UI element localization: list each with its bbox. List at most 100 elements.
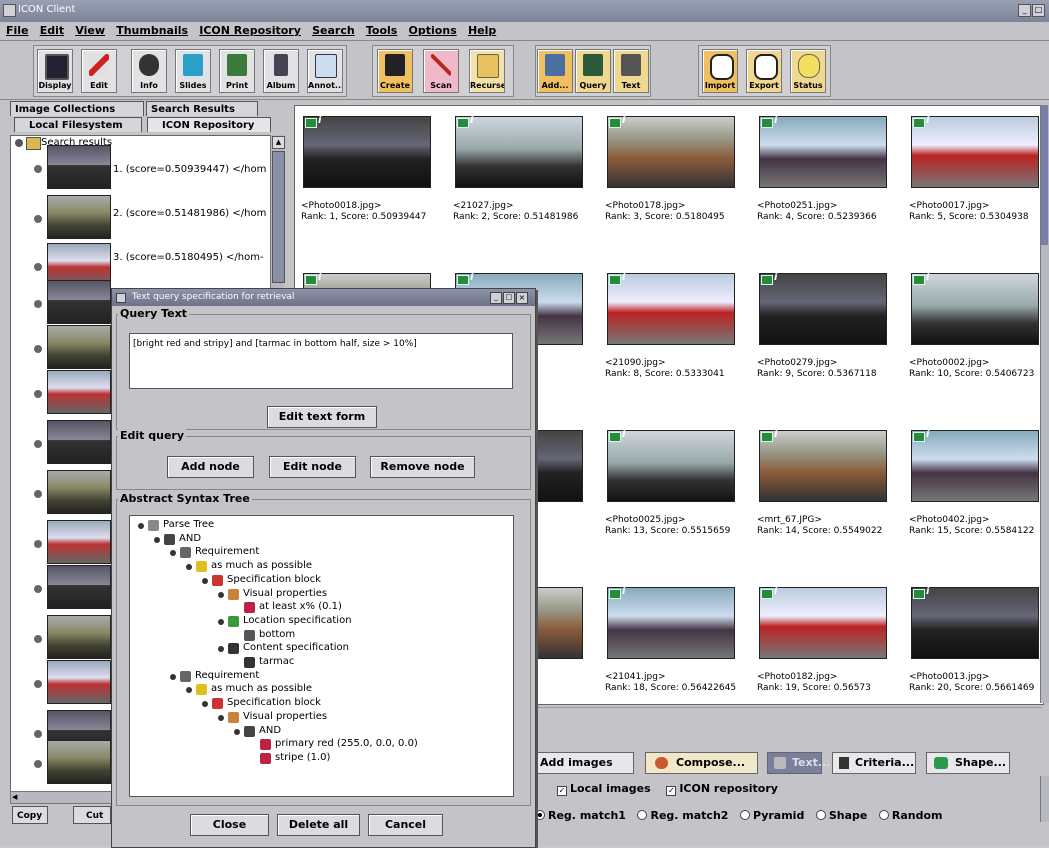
dialog-menu-icon[interactable]	[116, 293, 126, 303]
result-thumbnail[interactable]	[47, 520, 111, 564]
delete-all-button[interactable]: Delete all	[277, 814, 360, 836]
dialog-minimize-button[interactable]: _	[490, 292, 502, 304]
info-icon[interactable]: i	[622, 429, 625, 440]
ast-node-label[interactable]: tarmac	[259, 656, 294, 667]
scan-button[interactable]: Scan	[423, 49, 459, 93]
ast-node-label[interactable]: Location specification	[243, 615, 352, 626]
tree-node-toggle[interactable]	[34, 730, 42, 738]
scroll-up-icon[interactable]: ▲	[272, 136, 285, 149]
info-icon[interactable]: i	[318, 115, 321, 126]
shape-radio[interactable]	[815, 810, 826, 820]
thumbnail-image[interactable]	[759, 430, 887, 502]
tree-node-toggle[interactable]	[34, 215, 42, 223]
menu-icon-repository[interactable]: ICON Repository	[199, 22, 301, 40]
info-icon[interactable]: i	[926, 115, 929, 126]
slides-button[interactable]: Slides	[175, 49, 211, 93]
query-button[interactable]: Query	[575, 49, 611, 93]
thumbnail-cell[interactable]: i <Photo0017.jpg> Rank: 5, Score: 0.530493…	[903, 106, 1043, 256]
random-radio[interactable]	[878, 810, 889, 820]
tree-node-toggle[interactable]	[34, 390, 42, 398]
thumbnail-image[interactable]	[759, 273, 887, 345]
thumbnail-image[interactable]	[607, 430, 735, 502]
cancel-button[interactable]: Cancel	[368, 814, 443, 836]
display-button[interactable]: Display	[37, 49, 73, 93]
thumbnail-image[interactable]	[911, 587, 1039, 659]
info-icon[interactable]: i	[318, 272, 321, 283]
tab-image-collections[interactable]: Image Collections	[10, 101, 144, 116]
tab-local-filesystem[interactable]: Local Filesystem	[14, 117, 142, 132]
import-button[interactable]: Import	[702, 49, 738, 93]
ast-node-toggle[interactable]	[218, 618, 224, 625]
lower-scrollbar[interactable]	[1040, 776, 1049, 822]
thumbnail-cell[interactable]: i <21027.jpg> Rank: 2, Score: 0.51481986	[447, 106, 595, 256]
recurse-button[interactable]: Recurse	[469, 49, 505, 93]
ast-node-toggle[interactable]	[154, 536, 160, 543]
tree-node-toggle[interactable]	[34, 440, 42, 448]
info-icon[interactable]: i	[622, 272, 625, 283]
edit-button[interactable]: Edit	[81, 49, 117, 93]
ast-node-label[interactable]: Requirement	[195, 546, 259, 557]
cut-button[interactable]: Cut	[73, 806, 111, 824]
tree-node-toggle[interactable]	[34, 680, 42, 688]
tree-node-toggle[interactable]	[34, 300, 42, 308]
thumbnail-cell[interactable]: i <Photo0018.jpg> Rank: 1, Score: 0.509394…	[295, 106, 443, 256]
create-button[interactable]: Create	[377, 49, 413, 93]
result-label[interactable]: 1. (score=0.50939447) </hom	[113, 164, 267, 175]
scroll-thumb[interactable]	[272, 151, 285, 283]
thumbnail-cell[interactable]: i <Photo0251.jpg> Rank: 4, Score: 0.523936…	[751, 106, 899, 256]
result-label[interactable]: 2. (score=0.51481986) </hom	[113, 208, 267, 219]
local-images-checkbox[interactable]: ✓	[557, 786, 567, 796]
icon-repository-checkbox[interactable]: ✓	[666, 786, 677, 796]
result-label[interactable]: 3. (score=0.5180495) </hom-	[113, 252, 264, 263]
thumbnail-cell[interactable]: i <Photo0178.jpg> Rank: 3, Score: 0.518049…	[599, 106, 747, 256]
info-icon[interactable]: i	[622, 586, 625, 597]
ast-node-toggle[interactable]	[186, 564, 192, 571]
copy-button[interactable]: Copy	[12, 806, 48, 824]
ast-node-label[interactable]: Visual properties	[243, 711, 327, 722]
info-icon[interactable]: i	[926, 272, 929, 283]
ast-node-label[interactable]: primary red (255.0, 0.0, 0.0)	[275, 738, 418, 749]
maximize-button[interactable]: □	[1032, 4, 1045, 17]
thumbnail-image[interactable]	[303, 116, 431, 188]
ast-node-label[interactable]: as much as possible	[211, 683, 312, 694]
dialog-maximize-button[interactable]: □	[503, 292, 515, 304]
ast-node-label[interactable]: Parse Tree	[163, 519, 214, 530]
result-thumbnail[interactable]	[47, 325, 111, 369]
add-button[interactable]: Add...	[537, 49, 573, 93]
thumbnail-cell[interactable]: i <Photo0025.jpg> Rank: 13, Score: 0.55156…	[599, 420, 747, 570]
tree-node-toggle[interactable]	[34, 165, 42, 173]
thumbnail-image[interactable]	[607, 273, 735, 345]
ast-node-toggle[interactable]	[202, 577, 208, 584]
ast-node-label[interactable]: Requirement	[195, 670, 259, 681]
edit-text-form-button[interactable]: Edit text form	[267, 406, 377, 428]
tab-search-results[interactable]: Search Results	[146, 101, 258, 116]
edit-node-button[interactable]: Edit node	[269, 456, 356, 478]
thumbnail-image[interactable]	[759, 587, 887, 659]
menu-tools[interactable]: Tools	[366, 22, 397, 40]
thumbnail-cell[interactable]: i <Photo0402.jpg> Rank: 15, Score: 0.55841…	[903, 420, 1043, 570]
menu-help[interactable]: Help	[468, 22, 496, 40]
text-button[interactable]: Text	[613, 49, 649, 93]
thumbnail-image[interactable]	[607, 116, 735, 188]
ast-node-label[interactable]: at least x% (0.1)	[259, 601, 342, 612]
thumbnail-image[interactable]	[455, 116, 583, 188]
info-button[interactable]: Info	[131, 49, 167, 93]
tree-node-toggle[interactable]	[34, 585, 42, 593]
tree-expand-icon[interactable]	[15, 139, 23, 147]
window-menu-icon[interactable]	[3, 4, 16, 17]
menu-file[interactable]: File	[6, 22, 29, 40]
grid-scroll-thumb[interactable]	[1041, 105, 1048, 245]
result-thumbnail[interactable]	[47, 280, 111, 324]
annotate-button[interactable]: Annot...	[307, 49, 343, 93]
tree-node-toggle[interactable]	[34, 540, 42, 548]
tree-node-toggle[interactable]	[34, 263, 42, 271]
ast-node-label[interactable]: Visual properties	[243, 588, 327, 599]
ast-node-toggle[interactable]	[218, 714, 224, 721]
menu-edit[interactable]: Edit	[40, 22, 64, 40]
thumbnail-cell[interactable]: i <21090.jpg> Rank: 8, Score: 0.5333041	[599, 263, 747, 413]
compose-button[interactable]: Compose...	[645, 752, 758, 774]
add-images-button[interactable]: Add images	[533, 752, 634, 774]
status-button[interactable]: Status	[790, 49, 826, 93]
ast-node-toggle[interactable]	[202, 701, 208, 708]
print-button[interactable]: Print	[219, 49, 255, 93]
